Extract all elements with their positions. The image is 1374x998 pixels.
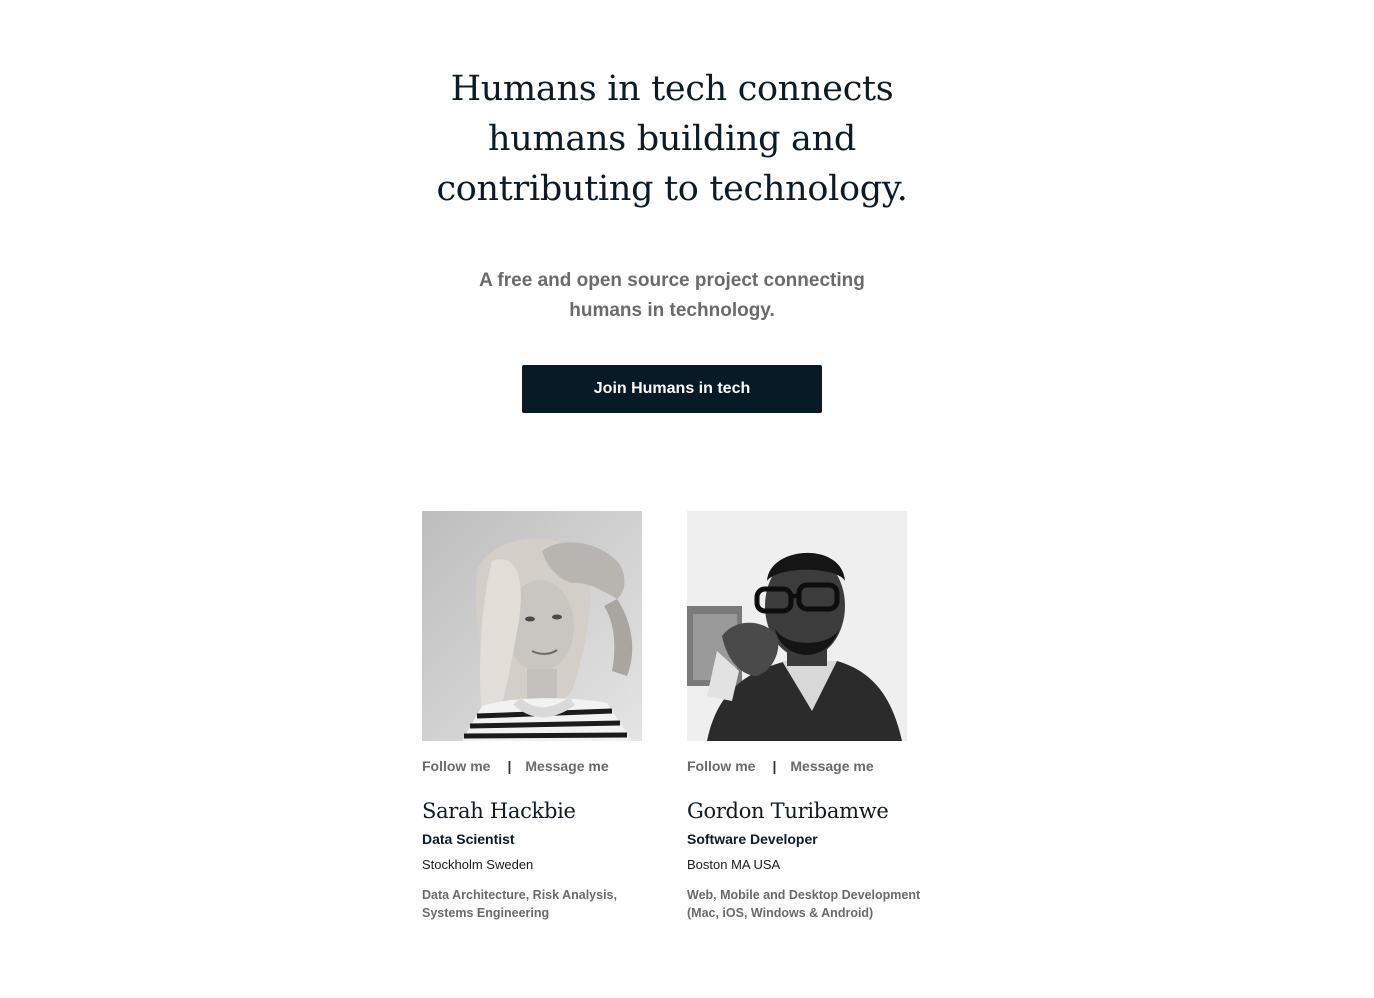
actions-separator: | [772,758,777,774]
person-actions: Follow me | Message me [422,756,662,776]
message-link[interactable]: Message me [525,758,608,774]
hero-title: Humans in tech connects humans building … [436,69,908,209]
person-skills: Web, Mobile and Desktop Development (Mac… [687,888,921,920]
person-role: Software Developer [687,831,818,847]
message-link[interactable]: Message me [790,758,873,774]
actions-separator: | [507,758,512,774]
follow-link[interactable]: Follow me [687,758,755,774]
profile-photo-sarah [422,511,642,741]
person-skills: Data Architecture, Risk Analysis, System… [422,888,617,920]
person-card-sarah: Follow me | Message me Sarah Hackbie Dat… [422,511,662,922]
person-role: Data Scientist [422,831,515,847]
join-button[interactable]: Join Humans in tech [522,365,822,413]
person-actions: Follow me | Message me [687,756,927,776]
person-name: Gordon Turibamwe [687,799,889,823]
person-location: Boston MA USA [687,857,781,872]
person-card-gordon: Follow me | Message me Gordon Turibamwe … [687,511,927,922]
person-location: Stockholm Sweden [422,857,534,872]
hero-subtitle: A free and open source project connectin… [479,270,865,321]
person-name: Sarah Hackbie [422,799,576,823]
follow-link[interactable]: Follow me [422,758,490,774]
profile-photo-gordon [687,511,907,741]
